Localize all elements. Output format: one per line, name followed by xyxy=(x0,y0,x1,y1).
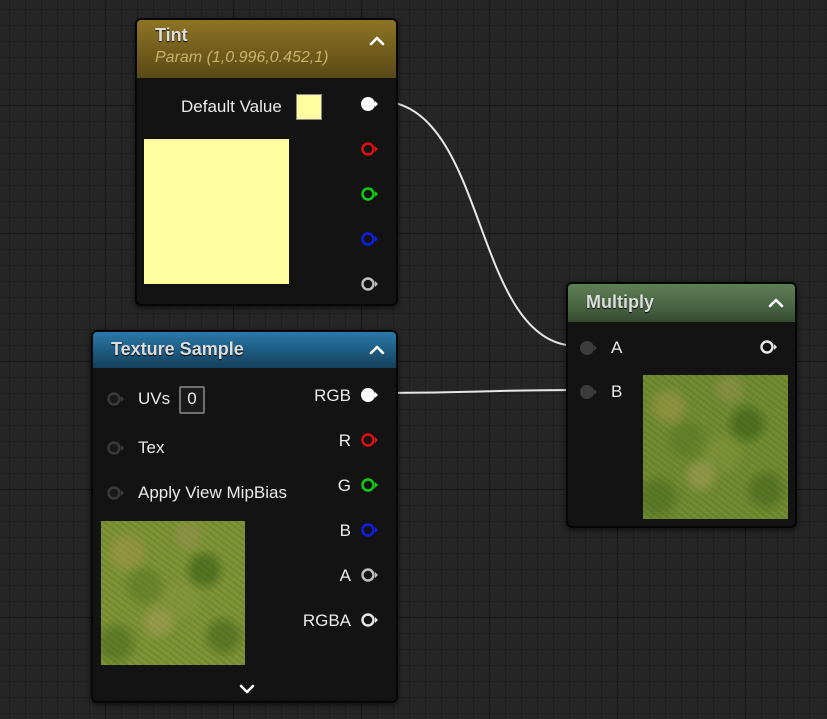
tint-output-r-pin[interactable] xyxy=(361,141,379,157)
default-value-color-swatch[interactable] xyxy=(296,94,322,120)
wire-texture-rgb-to-multiply-b[interactable] xyxy=(377,389,579,394)
uvs-input-pin[interactable] xyxy=(107,391,125,407)
tint-node-header[interactable]: Tint Param (1,0.996,0.452,1) xyxy=(137,20,396,78)
multiply-node-title: Multiply xyxy=(586,292,654,312)
b-output-pin[interactable] xyxy=(361,522,379,538)
tint-node[interactable]: Tint Param (1,0.996,0.452,1) Default Val… xyxy=(135,18,398,306)
wire-tint-to-multiply-a[interactable] xyxy=(377,100,579,347)
apply-view-mipbias-input-label: Apply View MipBias xyxy=(138,483,287,502)
multiply-a-input-label: A xyxy=(611,338,623,357)
multiply-output-pin[interactable] xyxy=(760,339,778,355)
tex-input-label: Tex xyxy=(138,438,165,457)
multiply-result-preview xyxy=(643,375,788,519)
collapse-chevron-up-icon[interactable] xyxy=(368,341,386,359)
apply-view-mipbias-input-pin[interactable] xyxy=(107,485,125,501)
tint-output-a-pin[interactable] xyxy=(361,276,379,292)
multiply-a-input-pin[interactable] xyxy=(580,340,598,356)
uvs-index-field[interactable]: 0 xyxy=(179,386,205,414)
multiply-b-input-pin[interactable] xyxy=(580,384,598,400)
multiply-node-header[interactable]: Multiply xyxy=(568,284,795,322)
tint-color-preview xyxy=(144,139,289,284)
rgba-output-pin[interactable] xyxy=(361,612,379,628)
texture-preview-thumbnail xyxy=(101,521,245,665)
tint-output-b-pin[interactable] xyxy=(361,231,379,247)
tint-node-title: Tint xyxy=(155,25,188,45)
expand-chevron-down-icon[interactable] xyxy=(238,680,256,698)
collapse-chevron-up-icon[interactable] xyxy=(368,32,386,50)
r-output-label: R xyxy=(338,431,351,450)
tex-input-pin[interactable] xyxy=(107,440,125,456)
uvs-input-label: UVs xyxy=(138,389,171,408)
a-output-pin[interactable] xyxy=(361,567,379,583)
b-output-label: B xyxy=(339,521,351,540)
multiply-node[interactable]: Multiply A B xyxy=(566,282,797,528)
collapse-chevron-up-icon[interactable] xyxy=(767,294,785,312)
default-value-label: Default Value xyxy=(181,97,282,116)
multiply-b-input-label: B xyxy=(611,382,623,401)
r-output-pin[interactable] xyxy=(361,432,379,448)
rgba-output-label: RGBA xyxy=(302,611,351,630)
tint-output-g-pin[interactable] xyxy=(361,186,379,202)
rgb-output-pin[interactable] xyxy=(361,387,379,403)
g-output-label: G xyxy=(337,476,351,495)
g-output-pin[interactable] xyxy=(361,477,379,493)
tint-output-rgba-pin[interactable] xyxy=(361,96,379,112)
texture-sample-node-header[interactable]: Texture Sample xyxy=(93,332,396,368)
texture-sample-node[interactable]: Texture Sample UVs 0 Tex Apply View MipB… xyxy=(91,330,398,703)
texture-sample-node-title: Texture Sample xyxy=(111,339,244,359)
tint-node-subtitle: Param (1,0.996,0.452,1) xyxy=(155,49,329,66)
rgb-output-label: RGB xyxy=(314,386,351,405)
a-output-label: A xyxy=(339,566,351,585)
